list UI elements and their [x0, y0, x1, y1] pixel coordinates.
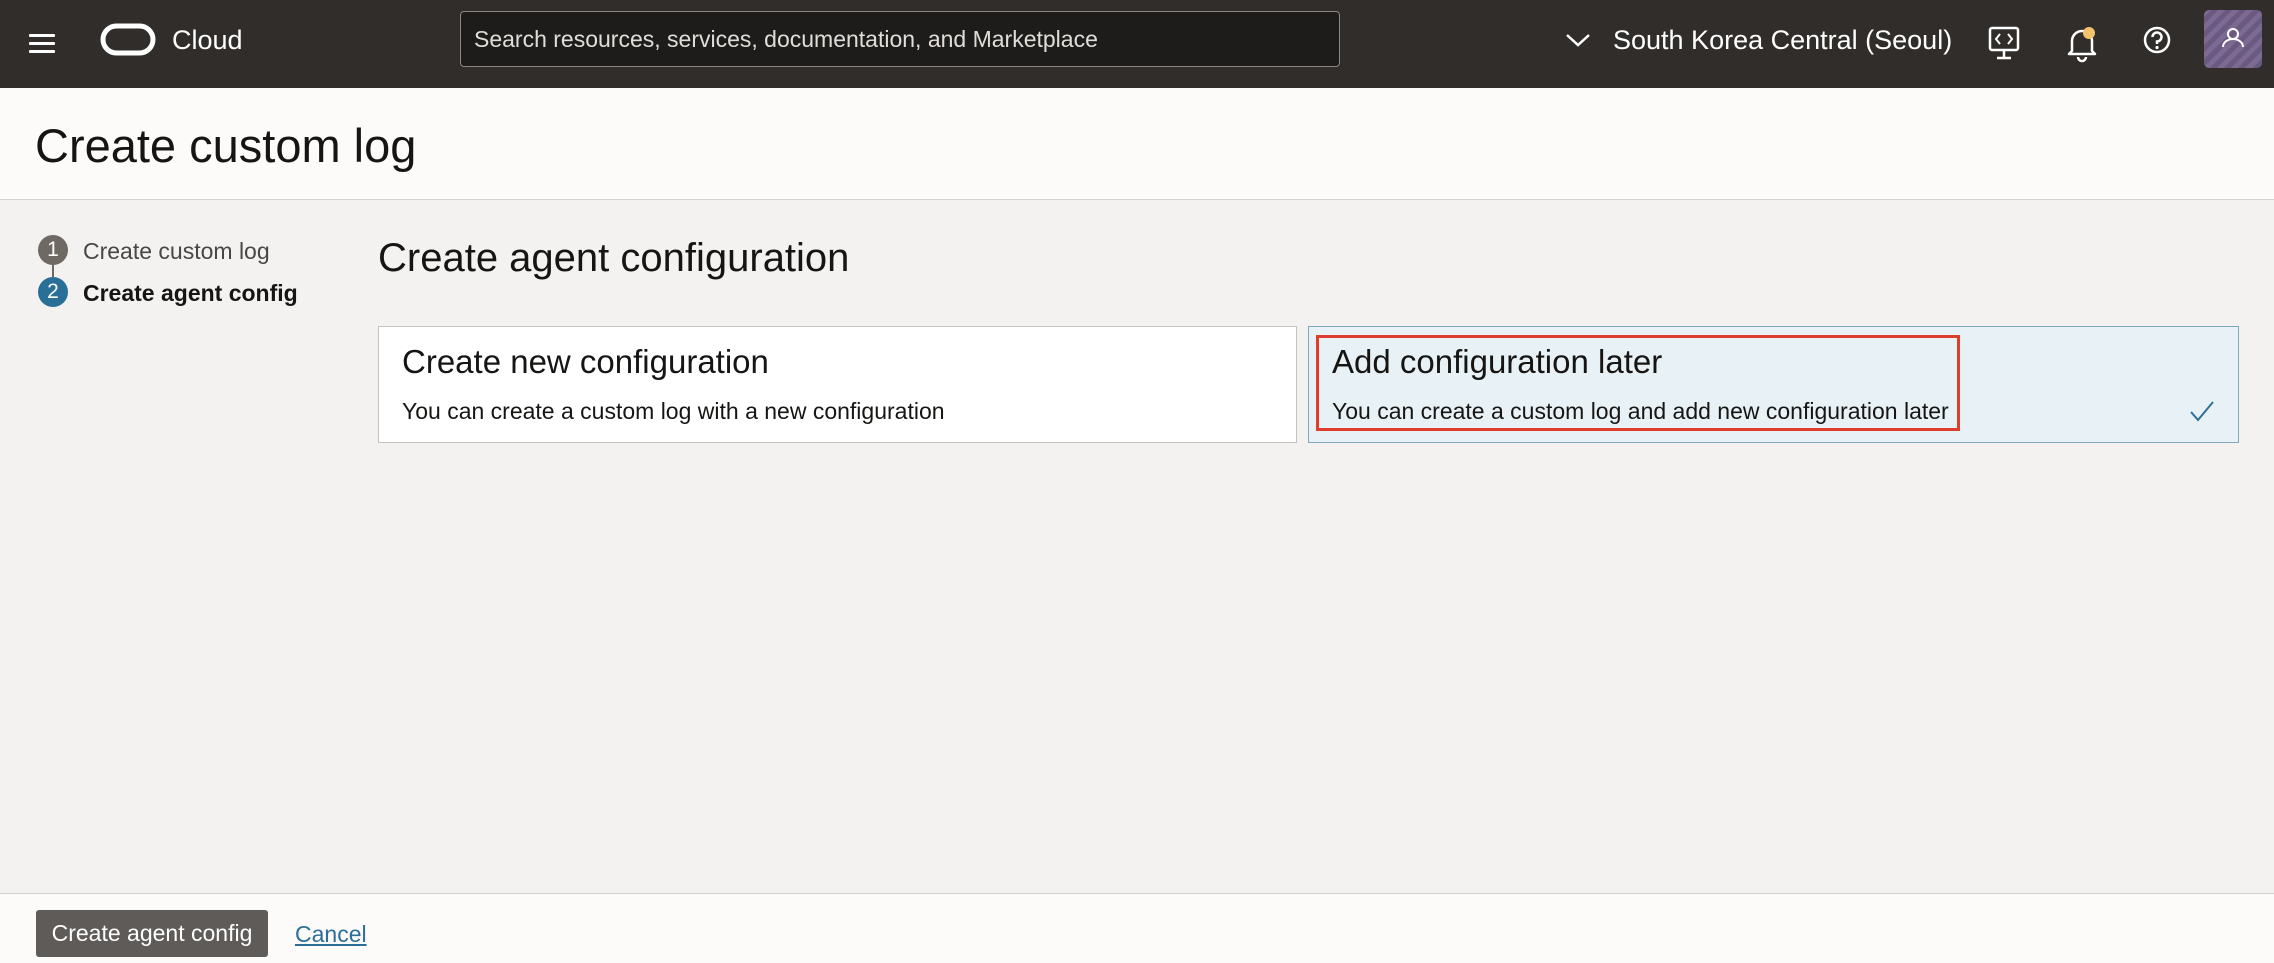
step-number: 2 — [38, 277, 68, 307]
option-card-add-later[interactable]: Add configuration later You can create a… — [1308, 326, 2239, 443]
developer-tools-icon[interactable] — [1982, 22, 2026, 66]
option-title: Add configuration later — [1332, 343, 1663, 380]
brand-label[interactable]: Cloud — [172, 22, 243, 58]
oracle-logo[interactable] — [100, 23, 156, 56]
menu-icon[interactable] — [26, 26, 62, 62]
option-description: You can create a custom log and add new … — [1332, 398, 1949, 424]
option-card-create-new[interactable]: Create new configuration You can create … — [378, 326, 1297, 443]
section-title: Create agent configuration — [378, 236, 850, 280]
option-title: Create new configuration — [402, 343, 769, 380]
step-connector — [52, 265, 54, 277]
footer-bar: Create agent config Cancel — [0, 893, 2274, 963]
page-header: Create custom log — [0, 88, 2274, 200]
bell-icon[interactable] — [2060, 22, 2104, 66]
step-label: Create custom log — [83, 238, 270, 264]
user-icon — [2222, 28, 2244, 48]
top-nav-bar: Cloud Search resources, services, docume… — [0, 0, 2274, 88]
option-description: You can create a custom log with a new c… — [402, 398, 945, 424]
region-label: South Korea Central (Seoul) — [1613, 25, 1953, 55]
help-icon[interactable] — [2135, 22, 2179, 66]
chevron-down-icon — [1566, 34, 1590, 47]
search-input[interactable]: Search resources, services, documentatio… — [460, 11, 1340, 67]
step-number: 1 — [38, 235, 68, 265]
page-title: Create custom log — [35, 119, 417, 172]
step-label: Create agent config — [83, 280, 298, 306]
create-agent-config-button[interactable]: Create agent config — [36, 910, 268, 957]
checkmark-icon — [2190, 401, 2214, 422]
avatar[interactable] — [2204, 10, 2262, 68]
cancel-link[interactable]: Cancel — [295, 920, 367, 948]
